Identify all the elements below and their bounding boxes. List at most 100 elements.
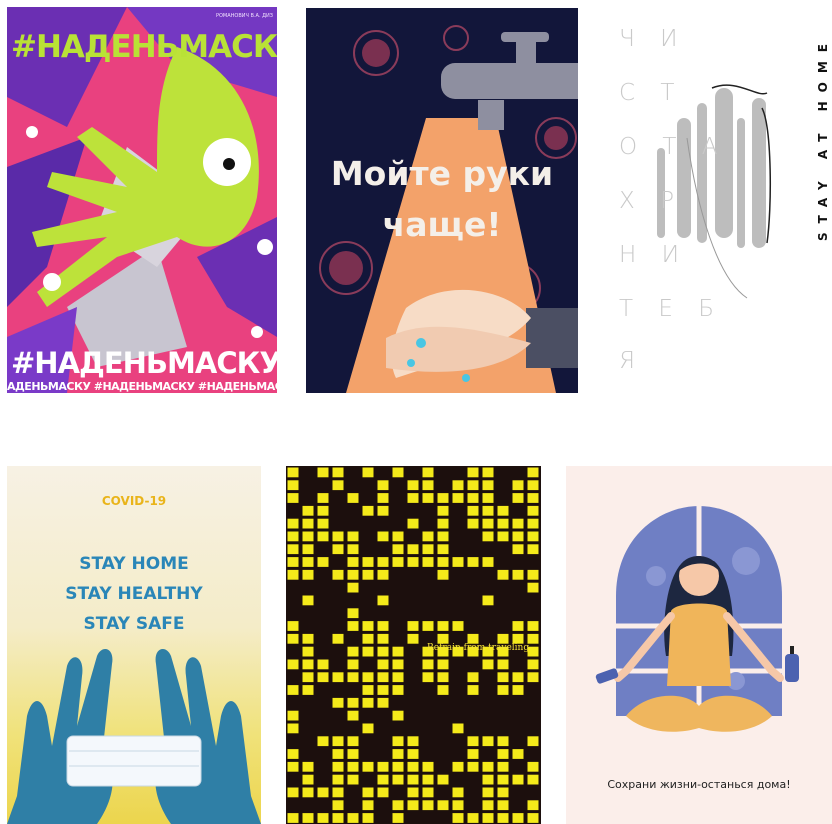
ru-line: О Т А (619, 134, 727, 160)
poster-wash-hands-artwork (306, 8, 578, 393)
poster-stay-at-home-sketch[interactable]: Ч И С Т О Т А Х Р Н И Т Е Б Я STAY AT HO… (597, 8, 832, 393)
led-cell (287, 621, 299, 631)
led-cell (392, 761, 404, 772)
led-cell (482, 800, 494, 811)
ru-line: С Т (619, 80, 684, 106)
led-cell (362, 557, 374, 567)
led-cell (407, 557, 419, 567)
led-cell (287, 467, 299, 478)
poster-meditating-woman[interactable]: Сохрани жизни-останься дома! (566, 466, 832, 824)
led-cell (527, 569, 539, 580)
led-cell (347, 621, 359, 631)
led-cell (377, 787, 389, 798)
led-cell (302, 685, 314, 695)
led-cell (467, 493, 479, 503)
led-cell (377, 646, 389, 657)
poster-refrain-from-traveling[interactable]: Refrain from traveling (286, 466, 541, 824)
ru-line: Н И (619, 242, 688, 268)
led-cell (302, 518, 314, 529)
led-cell (437, 505, 449, 516)
led-cell (527, 736, 539, 747)
led-cell (497, 787, 509, 798)
led-cell (407, 761, 419, 772)
led-cell (422, 672, 434, 683)
led-cell (497, 659, 509, 670)
poster-stay-home-healthy-safe[interactable]: COVID-19 STAY HOME STAY HEALTHY STAY SAF… (7, 466, 261, 824)
led-cell (347, 557, 359, 567)
led-cell (407, 736, 419, 747)
poster-wear-mask[interactable]: РОМАНОВИЧ В.А. ДИЗ #НАДЕНЬМАСКУ #НАДЕНЬМ… (7, 7, 277, 393)
ru-line: Я (619, 348, 644, 374)
led-cell (362, 697, 374, 708)
led-cell (377, 774, 389, 785)
led-cell (527, 761, 539, 772)
poster-wash-hands[interactable]: Мойте руки чаще! (306, 8, 578, 393)
led-cell (497, 761, 509, 772)
led-cell (437, 800, 449, 811)
led-cell (422, 761, 434, 772)
led-cell (287, 518, 299, 529)
led-cell (482, 467, 494, 478)
led-cell (332, 569, 344, 580)
led-cell (317, 505, 329, 516)
led-cell (392, 710, 404, 721)
led-cell (512, 569, 524, 580)
led-cell (482, 813, 494, 823)
led-cell (287, 710, 299, 721)
led-cell (422, 800, 434, 811)
led-cell (302, 774, 314, 785)
led-cell (392, 774, 404, 785)
led-cell (302, 505, 314, 516)
led-cell (347, 774, 359, 785)
led-cell (482, 595, 494, 606)
led-cell (497, 813, 509, 823)
headline-line-2: чаще! (382, 205, 502, 244)
led-cell (302, 813, 314, 823)
led-cell (497, 774, 509, 785)
led-cell (512, 774, 524, 785)
led-cell (392, 685, 404, 695)
led-cell (527, 800, 539, 811)
led-cell (302, 531, 314, 542)
led-cell (347, 569, 359, 580)
led-cell (377, 672, 389, 683)
led-cell (437, 544, 449, 555)
led-cell (527, 813, 539, 823)
led-cell (512, 531, 524, 542)
led-cell (527, 544, 539, 555)
led-cell (287, 633, 299, 644)
led-cell (347, 608, 359, 619)
led-cell (527, 505, 539, 516)
led-cell (362, 787, 374, 798)
led-cell (302, 787, 314, 798)
led-cell (287, 723, 299, 734)
led-cell (437, 685, 449, 695)
led-cell (287, 569, 299, 580)
led-cell (422, 467, 434, 478)
led-cell (332, 672, 344, 683)
led-cell (482, 736, 494, 747)
led-cell (347, 710, 359, 721)
led-cell (362, 633, 374, 644)
led-cell (392, 736, 404, 747)
led-cell (407, 787, 419, 798)
led-cell (422, 659, 434, 670)
led-cell (347, 646, 359, 657)
led-cell (422, 493, 434, 503)
led-cell (407, 480, 419, 491)
led-cell (377, 659, 389, 670)
led-cell (437, 621, 449, 631)
led-cell (392, 467, 404, 478)
led-cell (362, 569, 374, 580)
led-cell (482, 787, 494, 798)
led-cell (317, 518, 329, 529)
led-cell (407, 493, 419, 503)
led-cell (317, 672, 329, 683)
led-cell (377, 595, 389, 606)
led-cell (287, 480, 299, 491)
headline-line-1: Мойте руки (330, 154, 554, 193)
led-cell (482, 774, 494, 785)
led-cell (407, 518, 419, 529)
led-cell (287, 531, 299, 542)
led-cell (377, 569, 389, 580)
